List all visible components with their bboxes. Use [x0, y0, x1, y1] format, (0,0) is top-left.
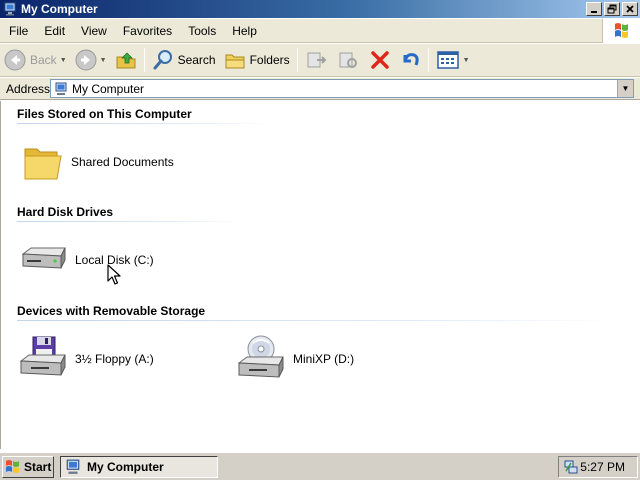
undo-icon — [403, 53, 419, 66]
copy-to-icon — [339, 52, 357, 68]
start-label: Start — [24, 460, 52, 474]
restore-button[interactable] — [604, 2, 620, 16]
views-icon — [436, 51, 459, 69]
taskbar-window-button[interactable]: My Computer — [60, 456, 218, 478]
back-button[interactable]: Back ▼ — [0, 46, 71, 74]
my-computer-icon — [55, 82, 67, 95]
windows-flag-icon — [6, 460, 19, 473]
windows-logo-icon — [602, 19, 640, 43]
mouse-cursor-icon — [107, 264, 121, 285]
undo-button[interactable] — [395, 46, 425, 74]
toolbar: Back ▼ ▼ Search Folders ▼ — [0, 44, 640, 77]
group-divider — [17, 221, 242, 222]
chevron-down-icon[interactable]: ▼ — [463, 57, 470, 64]
folder-icon — [24, 148, 62, 180]
address-bar: Address My Computer ▼ — [0, 78, 640, 100]
menu-help[interactable]: Help — [224, 24, 265, 38]
copy-to-button[interactable] — [333, 46, 365, 74]
back-arrow-icon — [4, 49, 26, 71]
search-icon — [153, 50, 172, 70]
restore-icon — [607, 4, 617, 14]
close-icon — [626, 5, 634, 13]
menu-bar: File Edit View Favorites Tools Help — [0, 19, 640, 43]
toolbar-separator — [296, 48, 298, 72]
back-label: Back — [30, 53, 57, 67]
move-to-icon — [307, 52, 327, 68]
delete-button[interactable] — [365, 46, 395, 74]
floppy-drive-icon — [19, 336, 66, 376]
shared-documents-item[interactable]: Shared Documents — [23, 143, 174, 181]
forward-arrow-icon — [75, 49, 97, 71]
item-label: 3½ Floppy (A:) — [75, 352, 154, 366]
system-tray: 5:27 PM — [558, 456, 638, 478]
group-header-hard-disk: Hard Disk Drives — [17, 205, 114, 219]
close-button[interactable] — [622, 2, 638, 16]
group-divider — [17, 123, 272, 124]
menu-favorites[interactable]: Favorites — [115, 24, 180, 38]
folders-button[interactable]: Folders — [220, 46, 294, 74]
minimize-button[interactable] — [586, 2, 602, 16]
up-folder-button[interactable] — [111, 46, 141, 74]
menu-file[interactable]: File — [0, 24, 36, 38]
title-bar[interactable]: My Computer — [0, 0, 640, 18]
item-label: MiniXP (D:) — [293, 352, 355, 366]
views-button[interactable]: ▼ — [432, 46, 474, 74]
chevron-down-icon[interactable]: ▼ — [60, 57, 67, 64]
minimize-icon — [591, 11, 597, 13]
chevron-down-icon[interactable]: ▼ — [100, 57, 107, 64]
taskbar: Start My Computer 5:27 PM — [0, 452, 640, 480]
toolbar-separator — [143, 48, 145, 72]
address-value: My Computer — [72, 81, 145, 96]
floppy-a-item[interactable]: 3½ Floppy (A:) — [19, 335, 154, 383]
hard-disk-icon — [21, 247, 66, 269]
delete-x-icon — [370, 51, 389, 69]
window-title: My Computer — [21, 2, 98, 16]
taskbar-window-label: My Computer — [87, 460, 164, 474]
my-computer-icon — [3, 2, 17, 16]
chevron-down-icon: ▼ — [621, 84, 630, 93]
folders-label: Folders — [249, 53, 290, 67]
item-label: Shared Documents — [71, 155, 174, 169]
folders-icon — [225, 54, 245, 69]
address-label: Address — [6, 81, 51, 96]
group-header-removable: Devices with Removable Storage — [17, 304, 206, 318]
menu-edit[interactable]: Edit — [36, 24, 73, 38]
address-dropdown-button[interactable]: ▼ — [617, 80, 633, 97]
menu-tools[interactable]: Tools — [180, 24, 224, 38]
forward-button[interactable]: ▼ — [71, 46, 111, 74]
cd-drive-icon — [237, 335, 284, 378]
clock[interactable]: 5:27 PM — [580, 460, 625, 474]
menu-view[interactable]: View — [73, 24, 115, 38]
minixp-d-item[interactable]: MiniXP (D:) — [237, 335, 354, 383]
network-icon[interactable] — [563, 459, 579, 475]
address-input[interactable]: My Computer ▼ — [50, 79, 634, 98]
toolbar-separator — [427, 48, 429, 72]
local-disk-c-item[interactable]: Local Disk (C:) — [19, 244, 154, 276]
up-folder-icon — [116, 52, 136, 69]
group-divider — [17, 320, 617, 321]
start-button[interactable]: Start — [2, 456, 54, 478]
search-label: Search — [177, 53, 216, 67]
move-to-button[interactable] — [301, 46, 333, 74]
content-pane: Files Stored on This Computer Shared Doc… — [0, 101, 640, 449]
my-computer-icon — [66, 459, 80, 474]
group-header-files: Files Stored on This Computer — [17, 107, 192, 121]
search-button[interactable]: Search — [148, 46, 220, 74]
